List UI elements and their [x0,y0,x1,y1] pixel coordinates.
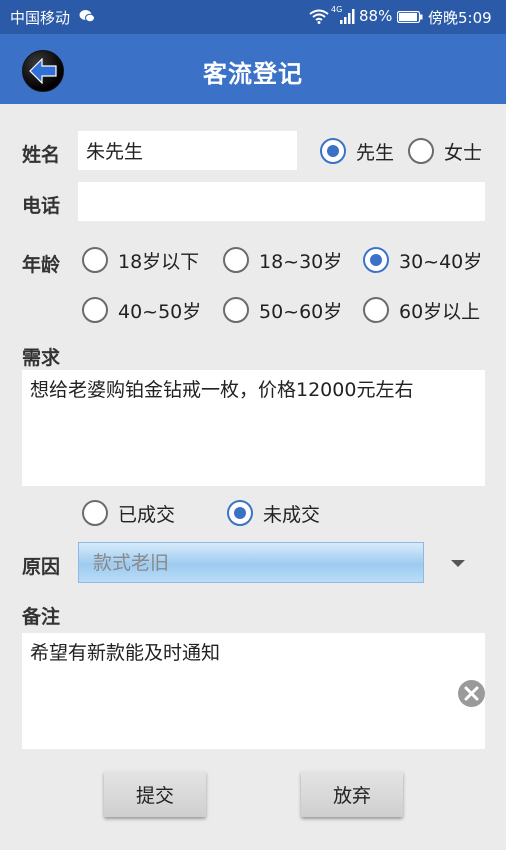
gender-option-label: 女士 [444,141,483,164]
abandon-button[interactable]: 放弃 [301,771,403,817]
age-option-label: 40~50岁 [118,300,202,323]
remark-textarea[interactable]: 希望有新款能及时通知 [22,633,485,749]
age-label: 年龄 [22,254,61,276]
reason-select[interactable]: 款式老旧 [78,542,424,583]
radio-unchecked-icon [363,297,389,323]
age-option-label: 60岁以上 [399,300,481,323]
gender-radio-male[interactable]: 先生 [320,136,394,166]
app-bar: 客流登记 [0,34,506,104]
radio-unchecked-icon [82,247,108,273]
age-radio-40-50[interactable]: 40~50岁 [82,295,201,325]
radio-unchecked-icon [82,297,108,323]
radio-unchecked-icon [408,138,434,164]
gender-radio-female[interactable]: 女士 [408,136,482,166]
status-bar: 中国移动 4G 88% 傍晚5:09 [0,0,506,34]
age-option-label: 18岁以下 [118,250,200,273]
radio-unchecked-icon [223,297,249,323]
reason-label: 原因 [22,556,61,578]
radio-checked-icon [227,500,253,526]
phone-input[interactable] [78,182,485,221]
age-radio-50-60[interactable]: 50~60岁 [223,295,342,325]
deal-radio-closed[interactable]: 已成交 [82,498,175,528]
radio-checked-icon [363,247,389,273]
age-radio-under-18[interactable]: 18岁以下 [82,245,199,275]
age-option-label: 18~30岁 [259,250,343,273]
status-time: 傍晚5:09 [428,9,492,27]
demand-textarea[interactable]: 想给老婆购铂金钻戒一枚，价格12000元左右 [22,370,485,486]
age-radio-18-30[interactable]: 18~30岁 [223,245,342,275]
wifi-icon [309,9,329,24]
clear-button[interactable] [458,680,485,707]
page-title: 客流登记 [203,60,303,88]
signal-icon [340,9,355,24]
radio-checked-icon [320,138,346,164]
radio-unchecked-icon [223,247,249,273]
submit-button[interactable]: 提交 [104,771,206,817]
gender-option-label: 先生 [356,141,395,164]
battery-percent: 88% [359,7,393,25]
deal-option-label: 已成交 [118,503,176,526]
carrier-name: 中国移动 [10,9,71,27]
age-option-label: 30~40岁 [399,250,483,273]
remark-label: 备注 [22,606,61,628]
demand-label: 需求 [22,347,61,369]
name-label: 姓名 [22,144,61,166]
deal-radio-not-closed[interactable]: 未成交 [227,498,320,528]
battery-icon [397,11,423,23]
age-option-label: 50~60岁 [259,300,343,323]
close-icon [464,686,479,701]
wechat-icon [79,10,95,23]
chevron-down-icon[interactable] [451,560,465,567]
age-radio-30-40[interactable]: 30~40岁 [363,245,482,275]
phone-label: 电话 [22,195,61,217]
radio-unchecked-icon [82,500,108,526]
deal-option-label: 未成交 [263,503,321,526]
age-radio-over-60[interactable]: 60岁以上 [363,295,480,325]
name-input[interactable] [78,131,297,170]
